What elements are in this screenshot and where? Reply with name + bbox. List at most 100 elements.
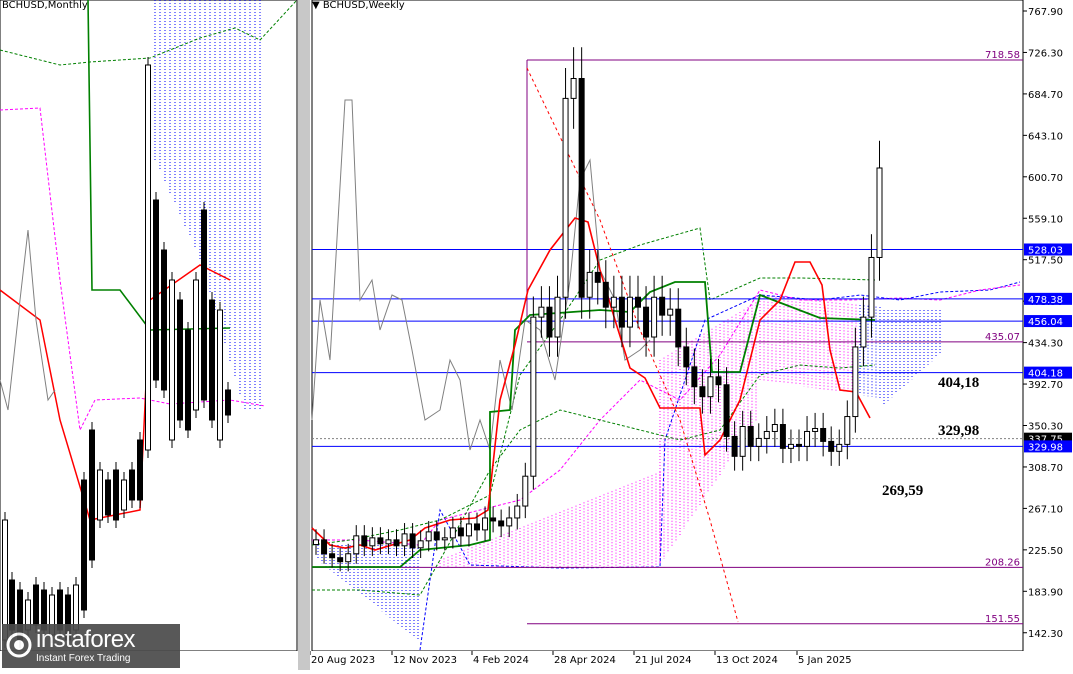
left-candle [209, 299, 215, 421]
candle [465, 523, 472, 537]
candle [779, 424, 786, 449]
annotation-pivot: 329,98 [938, 423, 980, 439]
candle [755, 437, 762, 447]
candle [417, 540, 424, 549]
candle [345, 553, 352, 563]
left-candle [121, 479, 127, 511]
candle [514, 505, 521, 519]
right-panel-title-text: BCHUSD,Weekly [322, 0, 405, 11]
level-tag: 478.38 [1028, 295, 1063, 306]
date-tick-label: 12 Nov 2023 [393, 655, 457, 666]
date-tick-label: 4 Feb 2024 [473, 655, 529, 666]
left-candle [33, 584, 39, 626]
candle [876, 167, 883, 258]
price-tick-label: 183.90 [1028, 587, 1063, 598]
candle [433, 531, 440, 541]
candle [353, 535, 360, 555]
left-candle [177, 299, 183, 421]
price-tick-label: 600.70 [1028, 173, 1063, 184]
candle [804, 430, 811, 447]
candle [683, 346, 690, 368]
left-candle [113, 469, 119, 521]
candle [635, 296, 641, 308]
candle [369, 537, 376, 547]
candle [329, 553, 336, 559]
candle [449, 527, 456, 539]
annotation-resistance: 404,18 [938, 375, 980, 391]
candle [482, 517, 489, 531]
logo-name: instaforex [36, 626, 136, 653]
candle [385, 539, 392, 545]
level-tag: 404.18 [1028, 369, 1063, 380]
left-candle [153, 199, 159, 381]
logo-tagline: Instant Forex Trading [36, 653, 131, 664]
left-candle [225, 389, 231, 416]
candle [860, 316, 867, 348]
left-candle [145, 64, 151, 451]
candle [723, 384, 730, 437]
date-tick-label: 21 Jul 2024 [635, 655, 692, 666]
candle [771, 424, 778, 432]
left-candle [105, 479, 111, 516]
candle [715, 376, 722, 386]
candle [498, 520, 505, 527]
level-tag: 456.04 [1028, 317, 1063, 328]
candle [490, 517, 497, 522]
candle [506, 517, 513, 527]
candle [530, 316, 537, 477]
candle [852, 346, 859, 418]
date-tick-label: 28 Apr 2024 [554, 655, 616, 666]
price-tick-label: 308.70 [1028, 463, 1063, 474]
candle [586, 271, 593, 298]
left-panel-title: BCHUSD,Monthly [2, 0, 88, 11]
price-tick-label: 392.70 [1028, 380, 1063, 391]
left-candle [185, 329, 191, 431]
candle [643, 306, 650, 338]
annotation-support: 269,59 [882, 483, 924, 499]
candle [401, 533, 408, 547]
logo-mark-icon [6, 632, 32, 658]
candle [409, 533, 416, 549]
left-candle [201, 209, 207, 401]
price-tick-label: 267.10 [1028, 504, 1063, 515]
candle [578, 78, 585, 298]
dropdown-arrow-icon[interactable]: ▼ [312, 0, 323, 11]
price-tick-label: 225.50 [1028, 546, 1063, 557]
candle [618, 296, 625, 328]
left-candle [137, 439, 143, 501]
candle [787, 443, 794, 449]
left-candle [217, 309, 223, 441]
level-tag: 718.58 [985, 50, 1020, 61]
left-candle [161, 249, 167, 391]
right-panel-title: ▼ BCHUSD,Weekly [312, 0, 405, 11]
date-tick-label: 20 Aug 2023 [311, 655, 375, 666]
candle [836, 443, 843, 452]
candle [570, 78, 577, 99]
price-tick-label: 726.30 [1028, 48, 1063, 59]
price-tick-label: 684.70 [1028, 90, 1063, 101]
left-candle [89, 429, 95, 561]
price-tick-label: 434.30 [1028, 339, 1063, 350]
candle [457, 527, 464, 537]
candle [659, 296, 666, 316]
candle [562, 97, 569, 298]
candle [626, 296, 633, 328]
candle [602, 281, 609, 308]
chart-canvas[interactable]: 1 Apr 2024767.90726.30684.70643.10600.70… [0, 0, 1073, 670]
candle [393, 539, 400, 547]
candle [377, 537, 384, 545]
chart-window: 1 Apr 2024767.90726.30684.70643.10600.70… [0, 0, 1073, 670]
candle [868, 256, 875, 318]
candle [361, 535, 368, 547]
instaforex-logo: instaforex Instant Forex Trading [2, 624, 180, 668]
price-tick-label: 517.50 [1028, 256, 1063, 267]
candle [747, 425, 754, 447]
candle [763, 430, 770, 439]
panel-divider[interactable] [298, 0, 310, 670]
candle [538, 306, 545, 318]
candle [546, 306, 553, 338]
candle [675, 308, 682, 348]
price-tick-label: 142.30 [1028, 629, 1063, 640]
left-candle [2, 519, 8, 641]
left-candle [129, 469, 135, 501]
